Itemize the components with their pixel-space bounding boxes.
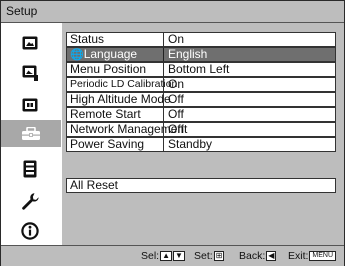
menu-item-value: Off <box>168 122 184 136</box>
row-divider <box>163 78 164 91</box>
menu-item-network-management[interactable]: Network Management Off <box>66 122 336 137</box>
menu-item-label: Menu Position <box>70 62 147 76</box>
wrench-icon[interactable] <box>12 190 48 212</box>
menu-item-menu-position[interactable]: Menu Position Bottom Left <box>66 62 336 77</box>
row-divider <box>163 63 164 76</box>
menu-item-value: Off <box>168 107 184 121</box>
menu-item-value: On <box>168 77 185 91</box>
menu-item-value: English <box>168 47 208 61</box>
menu-item-value: Off <box>168 92 184 106</box>
exit-hint-label: Exit: <box>288 250 309 262</box>
up-arrow-key-icon: ▲ <box>160 251 173 261</box>
select-hint-label: Sel: <box>141 250 160 262</box>
function-icon[interactable] <box>12 158 48 180</box>
set-hint-label: Set: <box>194 250 213 262</box>
row-divider <box>163 123 164 136</box>
globe-icon: 🌐 <box>70 49 84 61</box>
picture-adjust-icon[interactable] <box>12 62 48 84</box>
back-hint: Back: ◀ <box>239 250 277 262</box>
menu-item-label: Status <box>70 32 105 46</box>
back-hint-label: Back: <box>239 250 266 262</box>
menu-item-label: High Altitude Mode <box>70 92 171 106</box>
sidebar <box>1 23 61 245</box>
row-divider <box>163 33 164 46</box>
menu-item-remote-start[interactable]: Remote Start Off <box>66 107 336 122</box>
all-reset-button[interactable]: All Reset <box>66 178 336 193</box>
setup-menu-window: Setup Status On 🌐Language English Menu P… <box>0 0 345 266</box>
row-divider <box>163 108 164 121</box>
menu-item-label: Periodic LD Calibration <box>70 78 178 90</box>
row-divider <box>163 93 164 106</box>
screen-icon[interactable] <box>12 94 48 116</box>
key-guide-bar: Sel: ▲ ▼ Set: ⊞ Back: ◀ Exit: MENU <box>1 245 344 266</box>
menu-item-value: On <box>168 32 185 46</box>
menu-item-label: Language <box>83 47 138 61</box>
setup-toolbox-icon[interactable] <box>1 120 61 147</box>
row-divider <box>163 138 164 151</box>
enter-key-icon: ⊞ <box>213 251 225 261</box>
left-arrow-key-icon: ◀ <box>266 251 277 261</box>
down-arrow-key-icon: ▼ <box>173 251 185 261</box>
menu-item-label: Power Saving <box>70 137 145 151</box>
menu-key-icon: MENU <box>309 251 337 261</box>
menu-item-status[interactable]: Status On <box>66 32 336 47</box>
menu-item-value: Bottom Left <box>168 62 230 76</box>
menu-title: Setup <box>6 4 38 18</box>
menu-item-power-saving[interactable]: Power Saving Standby <box>66 137 336 152</box>
all-reset-label: All Reset <box>70 178 119 192</box>
information-icon[interactable] <box>12 220 48 242</box>
picture-icon[interactable] <box>12 32 48 54</box>
row-divider <box>163 48 164 61</box>
exit-hint: Exit: MENU <box>288 250 337 262</box>
setup-settings-panel: Status On 🌐Language English Menu Positio… <box>62 23 344 245</box>
title-bar: Setup <box>1 1 344 23</box>
menu-item-periodic-ld-calibration[interactable]: Periodic LD Calibration On <box>66 77 336 92</box>
menu-item-label: Remote Start <box>70 107 141 121</box>
menu-item-value: Standby <box>168 137 213 151</box>
menu-item-language[interactable]: 🌐Language English <box>66 47 336 62</box>
set-hint: Set: ⊞ <box>194 250 225 262</box>
menu-item-label-wrapper: 🌐Language <box>70 48 137 62</box>
select-hint: Sel: ▲ ▼ <box>141 250 185 262</box>
menu-item-high-altitude-mode[interactable]: High Altitude Mode Off <box>66 92 336 107</box>
